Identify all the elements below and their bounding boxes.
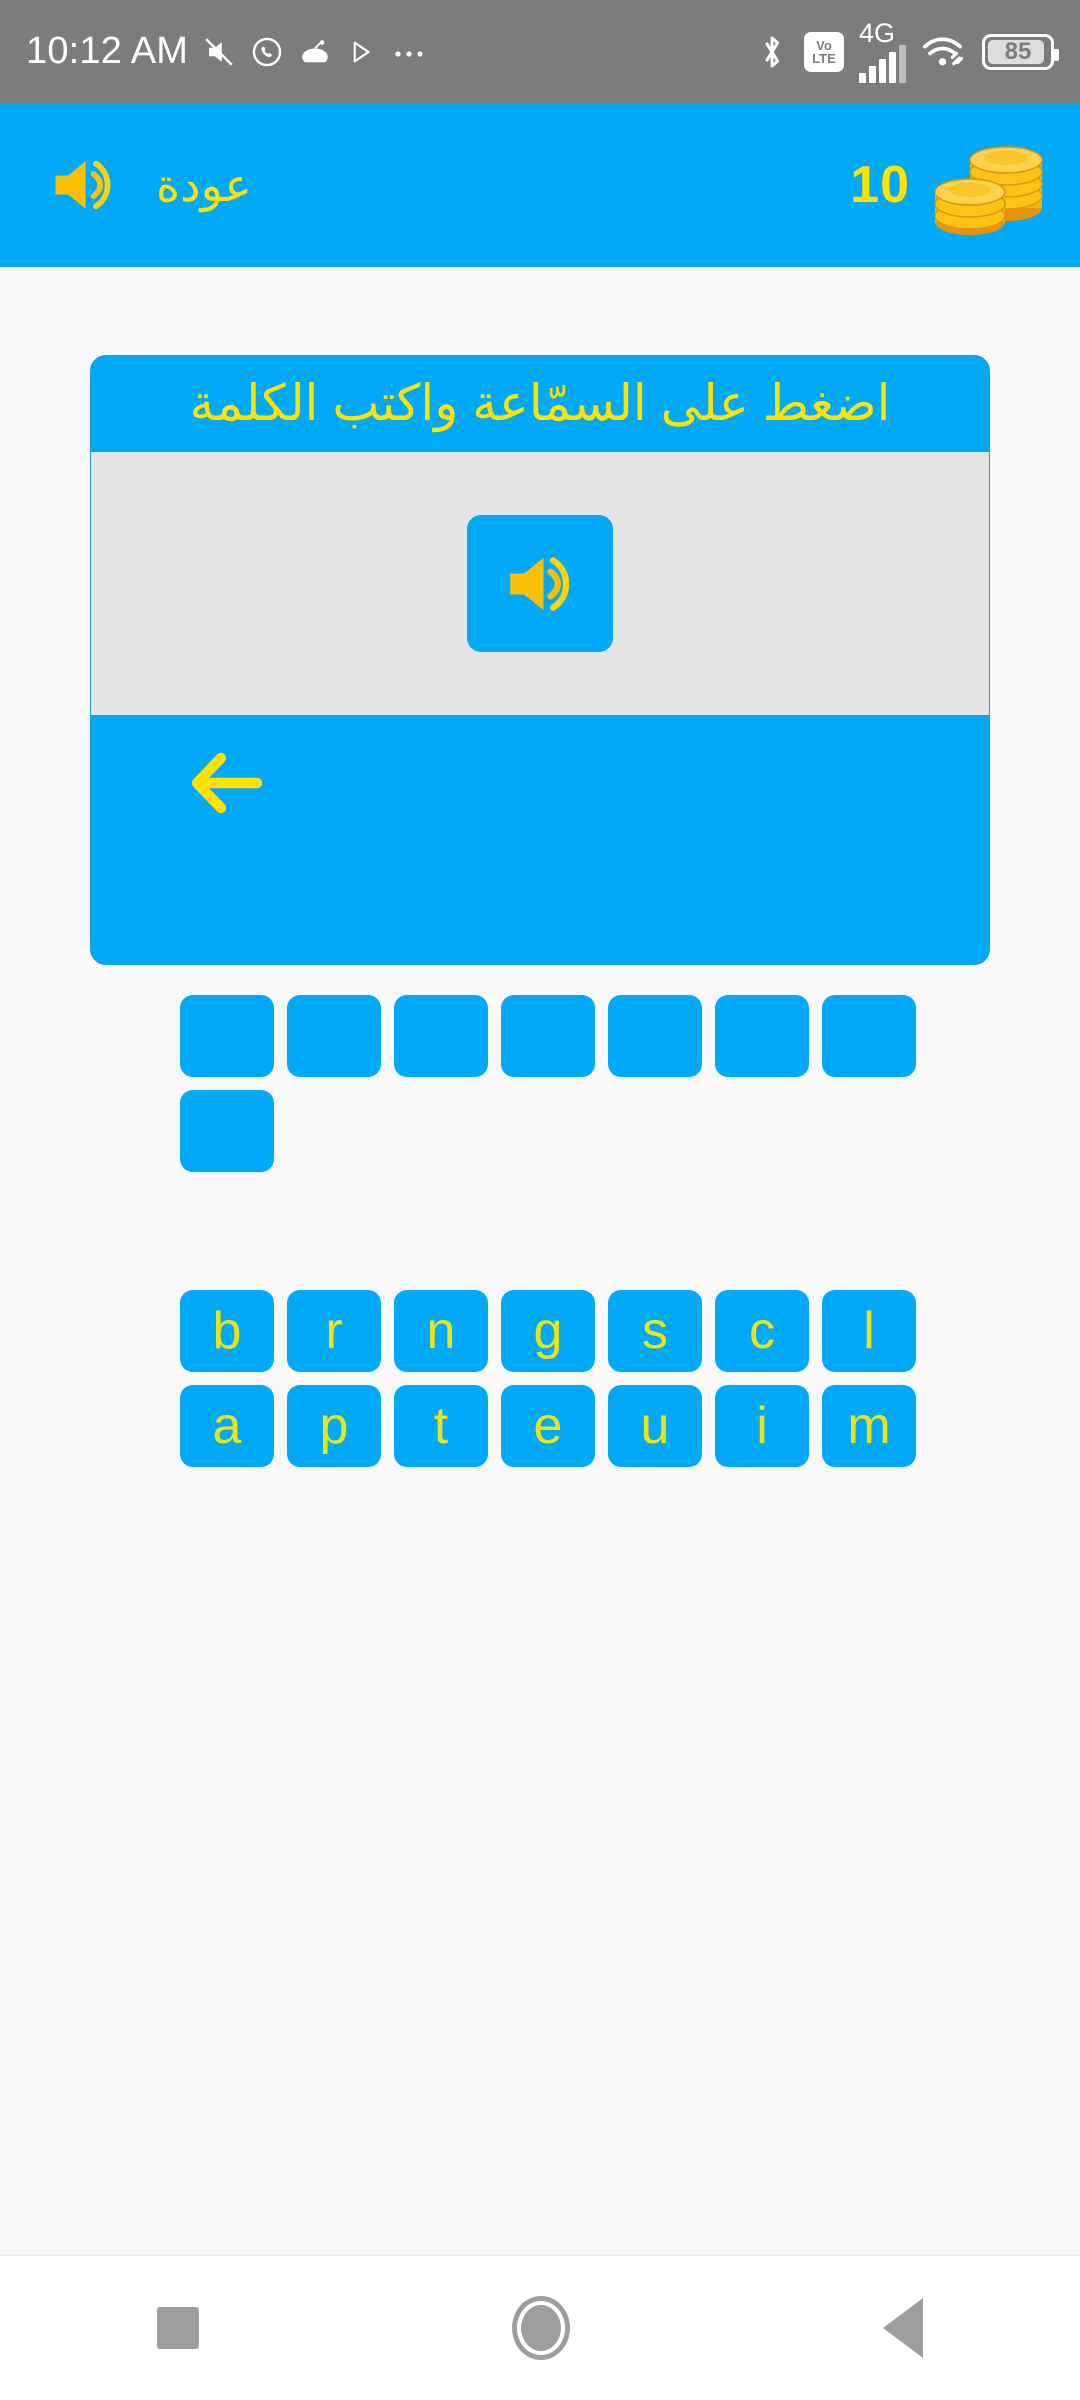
letter-key[interactable]: m bbox=[822, 1385, 916, 1467]
square-recents-icon[interactable] bbox=[156, 2307, 199, 2349]
status-bar-right: Vo LTE 4G 85 bbox=[755, 17, 1059, 83]
circle-home-icon[interactable] bbox=[511, 2296, 570, 2360]
letter-key[interactable]: b bbox=[180, 1290, 274, 1372]
signal-bars bbox=[859, 44, 906, 83]
coin-stack-icon bbox=[934, 146, 1043, 235]
card-footer bbox=[91, 716, 989, 964]
speaker-icon bbox=[510, 556, 570, 611]
signal-icon: 4G bbox=[859, 17, 906, 83]
letter-key[interactable]: c bbox=[715, 1290, 809, 1372]
wifi-link-icon bbox=[922, 36, 964, 65]
back-button[interactable]: عودة bbox=[46, 147, 850, 223]
letter-key[interactable]: n bbox=[394, 1290, 488, 1372]
letter-key[interactable]: g bbox=[501, 1290, 595, 1372]
reddit-icon bbox=[302, 39, 328, 62]
coin-count: 10 bbox=[850, 156, 910, 214]
mute-icon bbox=[205, 37, 233, 66]
coin-balance[interactable]: 10 bbox=[850, 130, 1050, 240]
letter-key[interactable]: a bbox=[180, 1385, 274, 1467]
battery-percent: 85 bbox=[1004, 37, 1032, 65]
letter-key[interactable]: e bbox=[501, 1385, 595, 1467]
volte-top: Vo bbox=[816, 37, 832, 53]
letter-key[interactable]: p bbox=[287, 1385, 381, 1467]
letter-key[interactable]: r bbox=[287, 1290, 381, 1372]
status-bar-left: 10:12 AM bbox=[26, 30, 755, 73]
letter-key[interactable]: u bbox=[608, 1385, 702, 1467]
play-icon bbox=[353, 41, 370, 62]
letter-key[interactable]: l bbox=[822, 1290, 916, 1372]
status-bar-clock: 10:12 AM bbox=[26, 30, 189, 72]
triangle-back-icon[interactable] bbox=[883, 2298, 924, 2358]
status-bar: 10:12 AM Vo LTE 4G 85 bbox=[0, 0, 1080, 103]
speaker-icon bbox=[55, 160, 111, 210]
answer-slot[interactable] bbox=[608, 995, 702, 1077]
word-challenge-card: اضغط على السمّاعة واكتب الكلمة bbox=[90, 355, 990, 965]
app-screen: 10:12 AM Vo LTE 4G 85 عودة 10 اضغط على ا… bbox=[0, 0, 1080, 2400]
whatsapp-icon bbox=[252, 37, 282, 66]
network-generation-label: 4G bbox=[859, 17, 896, 48]
back-label: عودة bbox=[156, 159, 252, 211]
more-dots-icon bbox=[395, 50, 423, 57]
answer-slot[interactable] bbox=[715, 995, 809, 1077]
answer-slot[interactable] bbox=[394, 995, 488, 1077]
instruction-text: اضغط على السمّاعة واكتب الكلمة bbox=[189, 375, 891, 432]
letter-key[interactable]: s bbox=[608, 1290, 702, 1372]
system-nav-bar bbox=[0, 2255, 1080, 2400]
answer-slot[interactable] bbox=[180, 1090, 274, 1172]
battery-icon: 85 bbox=[982, 33, 1059, 70]
answer-slots bbox=[180, 995, 920, 1172]
volte-icon: Vo LTE bbox=[804, 31, 844, 72]
bluetooth-icon bbox=[765, 36, 780, 67]
letter-key[interactable]: i bbox=[715, 1385, 809, 1467]
answer-slot[interactable] bbox=[180, 995, 274, 1077]
left-arrow-icon[interactable] bbox=[191, 752, 267, 814]
volte-bottom: LTE bbox=[812, 50, 836, 66]
answer-slot[interactable] bbox=[822, 995, 916, 1077]
card-instruction-bar: اضغط على السمّاعة واكتب الكلمة bbox=[91, 356, 989, 451]
letter-keyboard: b r n g s c l a p t e u i m bbox=[180, 1290, 920, 1467]
card-sound-area bbox=[91, 451, 989, 716]
letter-key[interactable]: t bbox=[394, 1385, 488, 1467]
play-sound-button[interactable] bbox=[467, 515, 613, 652]
answer-slot[interactable] bbox=[501, 995, 595, 1077]
app-bar: عودة 10 bbox=[0, 103, 1080, 267]
answer-slot[interactable] bbox=[287, 995, 381, 1077]
